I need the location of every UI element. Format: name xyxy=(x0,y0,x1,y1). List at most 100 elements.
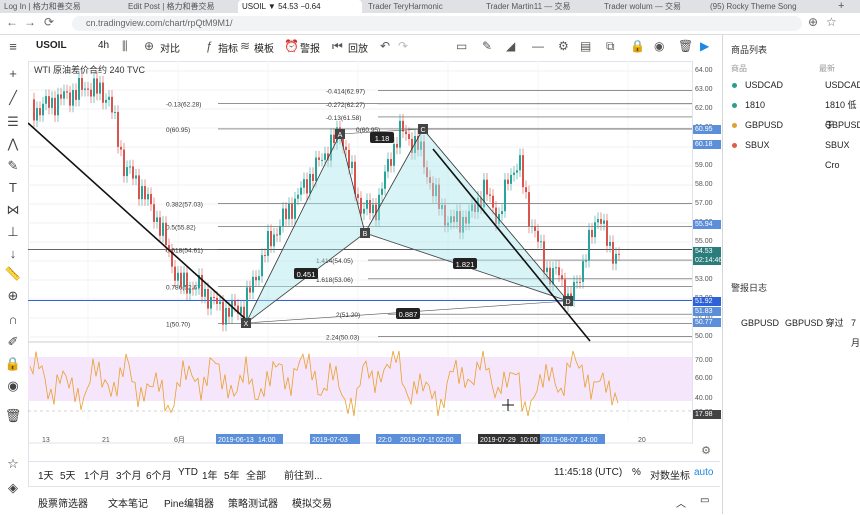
star-icon[interactable]: ☆ xyxy=(826,15,837,29)
ruler-icon[interactable]: 📏 xyxy=(4,265,22,283)
pen-color-icon[interactable]: ✎ xyxy=(482,39,492,53)
price-chart[interactable]: -0.414(62.97) -0.272(62.27) -0.13(61.58) 0(… xyxy=(28,61,692,444)
lock-drawing-icon[interactable]: 🔒 xyxy=(630,39,645,53)
candle-body xyxy=(258,276,260,281)
range-5y[interactable]: 5年 xyxy=(224,467,240,482)
browser-tab[interactable]: Edit Post | 格力和善交易 xyxy=(124,0,236,13)
browser-tab[interactable]: Log In | 格力和善交易 xyxy=(0,0,122,13)
url-input[interactable]: cn.tradingview.com/chart/rpQtM9M1/ xyxy=(72,16,802,31)
tab-screener[interactable]: 股票筛选器 xyxy=(38,495,88,510)
range-5d[interactable]: 5天 xyxy=(60,467,76,482)
brush-icon[interactable]: ✎ xyxy=(4,157,22,175)
collapse-icon[interactable]: ︿ xyxy=(676,495,686,510)
percent-toggle[interactable]: % xyxy=(632,467,641,478)
axis-settings-icon[interactable]: ⚙ xyxy=(694,444,718,458)
layers-icon[interactable]: ◈ xyxy=(4,479,22,497)
watchlist-row[interactable]: GBPUSD GBPUSD xyxy=(723,115,860,135)
candle-body xyxy=(234,300,236,306)
templates-button[interactable]: 模板 xyxy=(254,40,274,55)
candle-body xyxy=(216,297,218,304)
ratio-badge: 0.451 xyxy=(297,270,316,279)
redo-icon[interactable]: ↷ xyxy=(398,39,408,53)
text-icon[interactable]: T xyxy=(4,179,22,197)
tab-strategy-tester[interactable]: 策略测试器 xyxy=(228,495,278,510)
reload-icon[interactable]: ⟳ xyxy=(44,15,54,29)
magnet-icon[interactable]: ∩ xyxy=(4,311,22,329)
visibility-icon[interactable]: ◉ xyxy=(654,39,664,53)
measure-icon[interactable]: ⊥ xyxy=(4,223,22,241)
menu-icon[interactable]: ≡ xyxy=(4,38,22,56)
layout-icon[interactable]: ▤ xyxy=(580,39,591,53)
pattern-point-label: A xyxy=(338,132,343,139)
new-tab-icon[interactable]: + xyxy=(834,0,858,13)
line-style-icon[interactable]: — xyxy=(532,39,544,53)
candle-body xyxy=(180,272,182,288)
fib-icon[interactable]: ☰ xyxy=(4,113,22,131)
ratio-badge: 1.18 xyxy=(375,134,390,143)
footer-panel-tabs: 股票筛选器 文本笔记 Pine编辑器 策略测试器 模拟交易 ︿ ▭ xyxy=(28,486,720,515)
rectangle-icon[interactable]: ▭ xyxy=(456,39,467,53)
candle-body xyxy=(150,193,152,205)
fill-color-icon[interactable]: ◢ xyxy=(506,39,515,53)
address-bar-row: ← → ⟳ cn.tradingview.com/chart/rpQtM9M1/… xyxy=(0,13,860,35)
candle-body xyxy=(90,89,92,97)
interval-button[interactable]: 4h xyxy=(98,40,109,51)
indicators-button[interactable]: 指标 xyxy=(218,40,238,55)
tab-paper-trading[interactable]: 模拟交易 xyxy=(292,495,332,510)
tab-notes[interactable]: 文本笔记 xyxy=(108,495,148,510)
play-icon[interactable]: ▶ xyxy=(700,39,709,53)
range-all[interactable]: 全部 xyxy=(246,467,266,482)
eye-icon[interactable]: ◉ xyxy=(4,377,22,395)
price-tick: 59.00 xyxy=(695,162,713,169)
goto-date[interactable]: 前往到... xyxy=(284,467,322,482)
candle-body xyxy=(174,266,176,281)
forward-icon[interactable]: → xyxy=(24,15,36,29)
watchlist-row[interactable]: 1810 1810 低于 xyxy=(723,95,860,130)
symbol-search[interactable]: USOIL xyxy=(36,40,67,51)
trend-line-icon[interactable]: ╱ xyxy=(4,89,22,107)
tab-pine-editor[interactable]: Pine编辑器 xyxy=(164,495,214,510)
maximize-icon[interactable]: ▭ xyxy=(700,495,709,506)
trash-icon[interactable]: 🗑 xyxy=(4,407,22,425)
xabcd-icon[interactable]: ⋈ xyxy=(4,201,22,219)
browser-tab[interactable]: Trader wolum — 交易 xyxy=(600,0,704,13)
candle-body xyxy=(156,217,158,222)
back-icon[interactable]: ← xyxy=(6,15,18,29)
compare-button[interactable]: 对比 xyxy=(160,40,180,55)
settings-icon[interactable]: ⚙ xyxy=(558,39,569,53)
lock-icon[interactable]: 🔒 xyxy=(4,355,22,373)
undo-icon[interactable]: ↶ xyxy=(380,39,390,53)
watchlist-row[interactable]: USDCAD USDCAD xyxy=(723,75,860,95)
range-6m[interactable]: 6个月 xyxy=(146,467,172,482)
alert-log-row[interactable]: GBPUSD GBPUSD 穿过 7月 xyxy=(723,313,860,348)
browser-tab[interactable]: Trader Martin11 — 交易 xyxy=(482,0,598,13)
candle-body xyxy=(489,194,491,196)
browser-tab-active[interactable]: USOIL ▼ 54.53 −0.64 xyxy=(238,0,362,13)
log-toggle[interactable]: 对数坐标 xyxy=(650,467,690,482)
range-1m[interactable]: 1个月 xyxy=(84,467,110,482)
range-3m[interactable]: 3个月 xyxy=(116,467,142,482)
browser-tab[interactable]: (95) Rocky Theme Song xyxy=(706,0,828,13)
bar-style-icon[interactable]: ⫼ xyxy=(122,39,128,54)
copy-icon[interactable]: ⧉ xyxy=(606,39,615,54)
watchlist-row[interactable]: SBUX SBUX Cro xyxy=(723,135,860,170)
delete-icon[interactable]: 🗑 xyxy=(678,39,693,53)
candle-body xyxy=(594,222,596,238)
replay-button[interactable]: 回放 xyxy=(348,40,368,55)
range-1y[interactable]: 1年 xyxy=(202,467,218,482)
zoom-in-icon[interactable]: ⊕ xyxy=(4,287,22,305)
price-axis[interactable]: 64.0063.0062.0061.0060.0059.0058.0057.00… xyxy=(692,61,722,444)
range-1d[interactable]: 1天 xyxy=(38,467,54,482)
arrow-down-icon[interactable]: ↓ xyxy=(4,245,22,263)
alert-button[interactable]: 警报 xyxy=(300,40,320,55)
xabcd-pattern: X A B C D 0.451 1.18 1.821 0.887 xyxy=(28,122,591,342)
favorite-icon[interactable]: ☆ xyxy=(4,455,22,473)
lock-drawings-icon[interactable]: ✐ xyxy=(4,333,22,351)
pattern-icon[interactable]: ⋀ xyxy=(4,135,22,153)
browser-tab[interactable]: Trader TeryHarmonic xyxy=(364,0,480,13)
crosshair-icon[interactable]: + xyxy=(4,65,22,83)
auto-toggle[interactable]: auto xyxy=(694,467,713,478)
range-ytd[interactable]: YTD xyxy=(178,467,198,478)
zoom-icon[interactable]: ⊕ xyxy=(808,15,818,29)
time-label: 2019-07-15 xyxy=(400,437,436,444)
